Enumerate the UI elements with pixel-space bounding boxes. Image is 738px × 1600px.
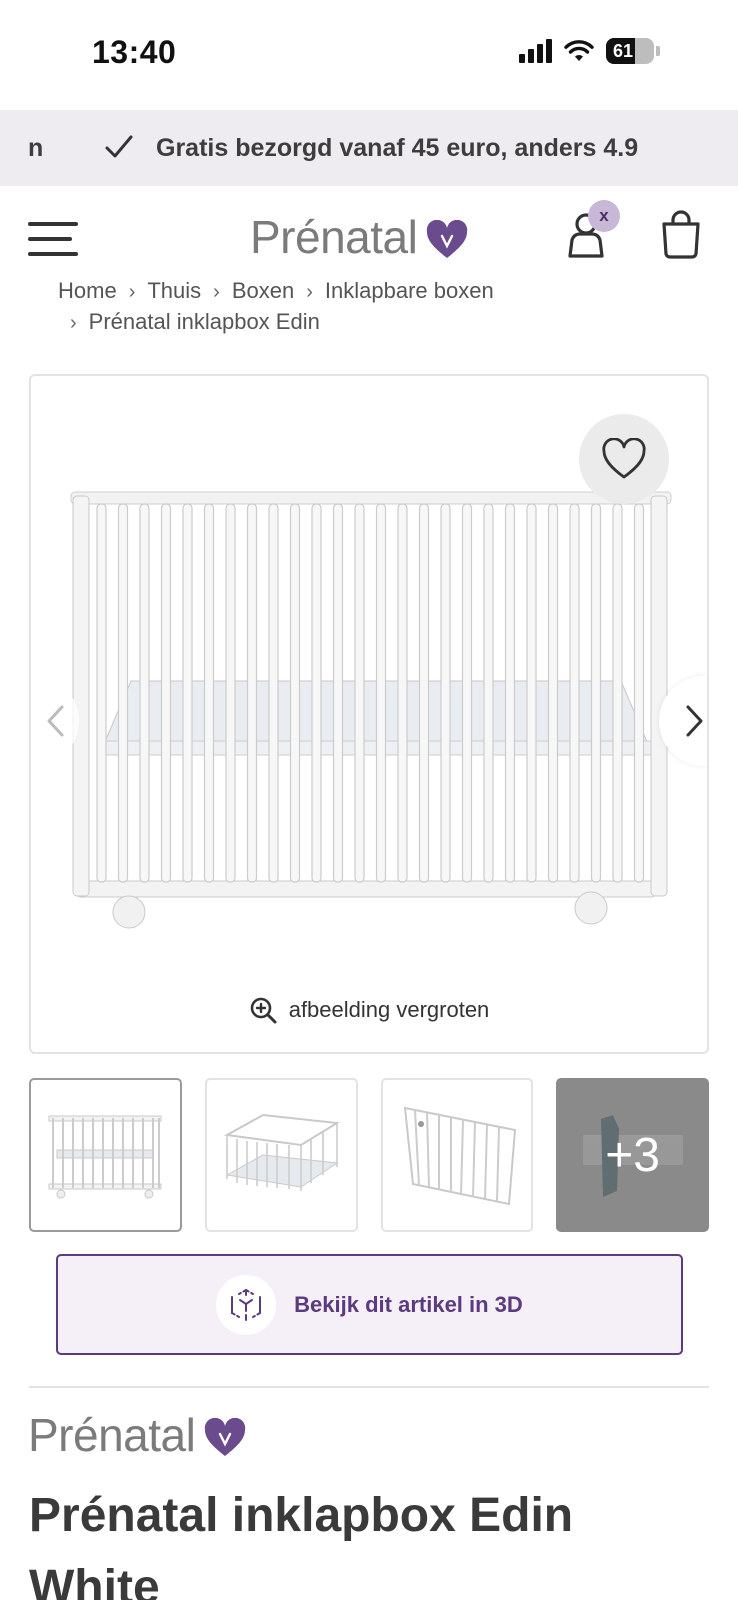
favorite-button[interactable] <box>579 414 669 504</box>
thumbnail-more[interactable]: +3 <box>556 1078 709 1232</box>
product-title: Prénatal inklapbox Edin White <box>29 1489 574 1600</box>
status-bar: 13:40 61 <box>0 0 738 110</box>
breadcrumb-home[interactable]: Home <box>58 282 117 303</box>
breadcrumb-current: Prénatal inklapbox Edin <box>88 309 320 334</box>
breadcrumb: Home › Thuis › Boxen › Inklapbare boxen › Préna… <box>58 282 718 342</box>
breadcrumb-separator: › <box>128 282 136 303</box>
breadcrumb-thuis[interactable]: Thuis <box>147 282 201 303</box>
divider <box>29 1386 709 1388</box>
breadcrumb-separator: › <box>306 282 313 303</box>
view-3d-button[interactable]: Bekijk dit artikel in 3D <box>56 1254 683 1355</box>
cart-icon[interactable] <box>660 210 702 260</box>
wifi-icon <box>564 40 594 61</box>
status-icons: 61 <box>519 38 660 64</box>
promo-text: Gratis bezorgd vanaf 45 euro, anders 4.9 <box>156 134 639 162</box>
heart-logo-icon <box>205 1418 246 1456</box>
view-3d-label: Bekijk dit artikel in 3D <box>294 1291 523 1317</box>
promo-bar: n Gratis bezorgd vanaf 45 euro, anders 4… <box>0 110 738 186</box>
brand-name: Prénatal <box>28 1409 196 1461</box>
chevron-left-icon <box>47 705 64 737</box>
breadcrumb-boxen[interactable]: Boxen <box>232 282 294 303</box>
zoom-image-link[interactable]: afbeelding vergroten <box>31 996 707 1024</box>
thumbnail-image <box>224 1113 341 1191</box>
thumbnail-image <box>403 1106 516 1206</box>
site-logo[interactable]: Prénatal <box>250 210 469 264</box>
thumbnail-2[interactable] <box>204 1078 358 1232</box>
thumbnail-strip: +3 <box>29 1078 709 1232</box>
heart-logo-icon <box>427 220 468 258</box>
brand-logo[interactable]: Prénatal <box>28 1408 247 1462</box>
zoom-label: afbeelding vergroten <box>288 997 490 1022</box>
zoom-in-icon <box>250 997 277 1024</box>
promo-prev-fragment: n <box>28 134 44 162</box>
signal-icon <box>519 39 552 63</box>
menu-icon[interactable] <box>28 222 78 256</box>
thumbnail-1[interactable] <box>29 1078 182 1232</box>
logo-text: Prénatal <box>250 211 418 263</box>
breadcrumb-separator: › <box>70 312 77 334</box>
battery-level: 61 <box>612 40 634 61</box>
breadcrumb-separator: › <box>213 282 220 303</box>
chevron-right-icon <box>686 705 703 737</box>
thumbnail-image <box>48 1115 162 1199</box>
battery-icon: 61 <box>606 38 654 64</box>
cube-3d-icon <box>216 1274 277 1335</box>
product-image <box>70 491 672 929</box>
breadcrumb-inklapbare-boxen[interactable]: Inklapbare boxen <box>325 282 494 303</box>
account-badge: x <box>588 200 620 232</box>
more-images-count: +3 <box>605 1128 660 1182</box>
favorite-heart-icon <box>602 438 646 479</box>
product-image-viewer[interactable]: afbeelding vergroten <box>29 374 709 1054</box>
check-icon <box>105 135 133 158</box>
site-header: Prénatal <box>0 186 738 286</box>
thumbnail-3[interactable] <box>380 1078 534 1232</box>
status-time: 13:40 <box>92 34 177 70</box>
